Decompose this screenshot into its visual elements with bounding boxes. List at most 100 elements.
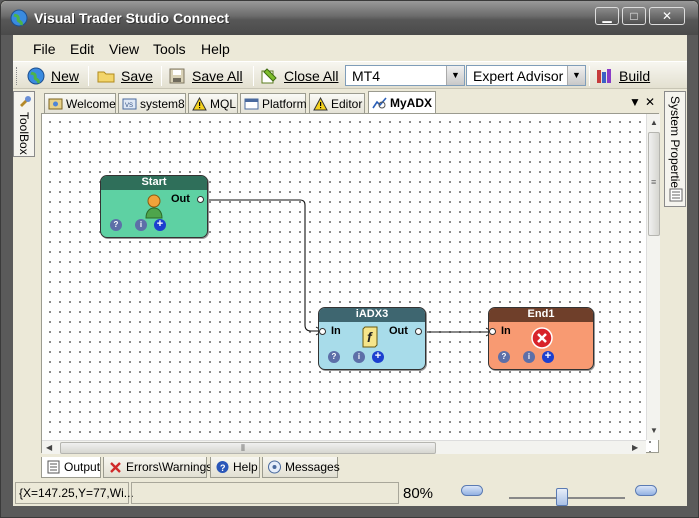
zoom-out-button[interactable] [461, 485, 483, 496]
input-port[interactable] [319, 328, 326, 335]
grip-icon: ≡ [651, 177, 657, 187]
menu-file[interactable]: File [33, 41, 56, 57]
title-bar[interactable]: Visual Trader Studio Connect ▁ □ ✕ [1, 1, 698, 35]
tab-mql[interactable]: MQL [188, 93, 238, 113]
menu-view[interactable]: View [109, 41, 139, 57]
messages-icon [268, 460, 281, 474]
maximize-button[interactable]: □ [622, 7, 646, 25]
scroll-left-icon[interactable]: ◀ [46, 443, 52, 452]
build-label: Build [619, 68, 651, 84]
tab-label: Messages [285, 460, 340, 474]
warning-icon [313, 96, 328, 110]
node-title: iADX3 [319, 308, 425, 322]
node-iadx3[interactable]: iADX3 In f Out ? i + [318, 307, 426, 370]
minimize-button[interactable]: ▁ [595, 7, 619, 25]
tab-welcome[interactable]: Welcome [44, 93, 116, 113]
build-button[interactable]: Build [595, 66, 650, 86]
tab-label: MQL [210, 96, 237, 111]
new-label: New [51, 68, 80, 84]
document-area: Welcome VS system8 MQL Platform Editor M… [41, 91, 661, 455]
menu-help[interactable]: Help [201, 41, 230, 57]
vertical-scroll-thumb[interactable]: ≡ [648, 132, 660, 236]
vertical-scrollbar[interactable]: ▲ ≡ ▼ [646, 114, 660, 440]
status-message [131, 482, 399, 504]
save-all-icon [169, 68, 185, 84]
node-start[interactable]: Start Out ? i + [100, 175, 208, 238]
horizontal-scrollbar[interactable]: ◀ ⦀ ▶ [42, 440, 646, 454]
tab-list-dropdown[interactable]: ▼ [629, 95, 641, 109]
close-window-button[interactable]: ✕ [649, 7, 685, 25]
output-port[interactable] [197, 196, 204, 203]
chevron-down-icon[interactable]: ▼ [567, 66, 585, 85]
save-label: Save [121, 68, 153, 84]
scroll-up-icon[interactable]: ▲ [650, 118, 658, 127]
build-icon [597, 69, 611, 83]
menu-edit[interactable]: Edit [70, 41, 94, 57]
tab-label: system8 [140, 96, 185, 111]
close-all-button[interactable]: Close All [260, 66, 338, 86]
help-icon[interactable]: ? [328, 351, 340, 363]
horizontal-scroll-thumb[interactable]: ⦀ [60, 442, 436, 454]
toolbar-grip[interactable] [16, 67, 19, 85]
window-frame-bottom [1, 506, 698, 517]
svg-text:VS: VS [125, 103, 133, 109]
add-icon[interactable]: + [542, 351, 554, 363]
error-icon [110, 462, 121, 473]
port-out-label: Out [389, 325, 408, 337]
tab-errors-warnings[interactable]: Errors\Warnings [103, 457, 212, 478]
save-all-button[interactable]: Save All [168, 66, 243, 86]
scroll-right-icon[interactable]: ▶ [632, 443, 638, 452]
menu-tools[interactable]: Tools [153, 41, 186, 57]
globe-icon [10, 9, 28, 27]
chevron-down-icon[interactable]: ▼ [446, 66, 464, 85]
output-port[interactable] [415, 328, 422, 335]
main-toolbar: New Save Save All Close All MT4 ▼ Expert… [13, 61, 687, 89]
input-port[interactable] [489, 328, 496, 335]
help-icon[interactable]: ? [498, 351, 510, 363]
node-title: End1 [489, 308, 593, 322]
help-icon[interactable]: ? [110, 219, 122, 231]
add-icon[interactable]: + [372, 351, 384, 363]
port-out-label: Out [171, 193, 190, 205]
platform-select[interactable]: MT4 ▼ [345, 65, 465, 86]
tab-editor[interactable]: Editor [309, 93, 365, 113]
tab-label: Errors\Warnings [126, 460, 213, 474]
info-icon[interactable]: i [135, 219, 147, 231]
tab-output[interactable]: Output [41, 457, 101, 478]
folder-icon [97, 71, 115, 83]
save-button[interactable]: Save [97, 66, 153, 86]
status-bar: {X=147.25,Y=77,Wi... 80% [13, 480, 687, 506]
close-tab-button[interactable]: ✕ [645, 95, 655, 109]
system-icon: VS [122, 98, 137, 109]
save-all-label: Save All [192, 68, 243, 84]
new-button[interactable]: New [27, 66, 79, 86]
build-type-select[interactable]: Expert Advisor ▼ [466, 65, 586, 86]
help-icon: ? [216, 461, 229, 473]
zoom-slider-thumb[interactable] [556, 488, 568, 506]
window-title: Visual Trader Studio Connect [34, 10, 230, 26]
tab-myadx[interactable]: MyADX [368, 91, 436, 114]
add-icon[interactable]: + [154, 219, 166, 231]
tab-label: Help [233, 460, 258, 474]
system-properties-tab[interactable]: System Properties [664, 91, 686, 207]
toolbar-separator [253, 66, 254, 86]
toolbox-label: ToolBox [17, 112, 31, 155]
tab-platform[interactable]: Platform [240, 93, 307, 113]
zoom-in-button[interactable] [635, 485, 657, 496]
toolbox-panel-tab[interactable]: ToolBox [13, 91, 35, 157]
tab-help[interactable]: ? Help [210, 457, 260, 478]
info-icon[interactable]: i [353, 351, 365, 363]
node-end1[interactable]: End1 In ? i + [488, 307, 594, 370]
close-all-icon [261, 68, 277, 84]
tab-messages[interactable]: Messages [262, 457, 340, 478]
menu-bar: File Edit View Tools Help [13, 35, 687, 61]
close-all-label: Close All [284, 68, 339, 84]
toolbar-separator [88, 66, 89, 86]
info-icon[interactable]: i [523, 351, 535, 363]
design-canvas[interactable]: Start Out ? i + iADX3 In f Out ? i + End… [41, 113, 660, 454]
window-frame-right [687, 35, 698, 517]
connection-wires [204, 199, 495, 337]
scroll-down-icon[interactable]: ▼ [650, 426, 658, 435]
tab-label: Output [64, 460, 101, 474]
tab-system8[interactable]: VS system8 [118, 93, 186, 113]
